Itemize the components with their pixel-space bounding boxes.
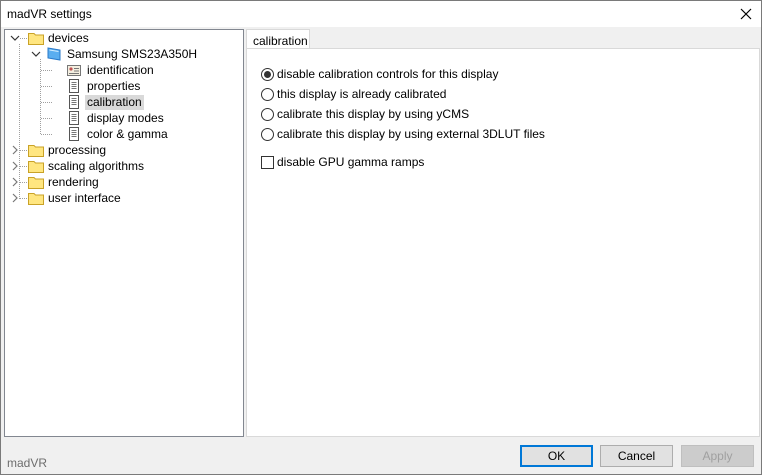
checkbox[interactable] bbox=[261, 155, 274, 169]
folder-icon bbox=[28, 145, 44, 157]
tree-item-label: user interface bbox=[48, 190, 121, 205]
close-button[interactable] bbox=[731, 1, 761, 27]
radio-button[interactable] bbox=[261, 107, 274, 121]
option-label: disable calibration controls for this di… bbox=[277, 67, 499, 81]
tree-item-device[interactable]: Samsung SMS23A350H bbox=[47, 46, 199, 62]
checkbox-disable-gpu-gamma-ramps[interactable]: disable GPU gamma ramps bbox=[261, 154, 424, 170]
tree-item-processing[interactable]: processing bbox=[28, 142, 108, 158]
id-card-icon bbox=[67, 65, 81, 76]
radio-calibrate-3dlut[interactable]: calibrate this display by using external… bbox=[261, 126, 545, 142]
chevron-right-icon[interactable] bbox=[10, 145, 20, 155]
tree-item-label: identification bbox=[87, 62, 154, 77]
tree-item-label: processing bbox=[48, 142, 107, 157]
tab-calibration[interactable]: calibration bbox=[246, 29, 310, 49]
tree-connector bbox=[20, 182, 28, 183]
tree-item-label: calibration bbox=[85, 94, 144, 110]
footer-label: madVR bbox=[7, 456, 48, 470]
apply-button[interactable]: Apply bbox=[681, 445, 754, 467]
tree-item-color-gamma[interactable]: color & gamma bbox=[67, 126, 170, 142]
ok-button[interactable]: OK bbox=[520, 445, 593, 467]
tree-item-properties[interactable]: properties bbox=[67, 78, 142, 94]
tree-item-calibration[interactable]: calibration bbox=[67, 94, 144, 110]
option-label: calibrate this display by using external… bbox=[277, 127, 545, 141]
chevron-right-icon[interactable] bbox=[10, 193, 20, 203]
radio-disable-calibration-controls[interactable]: disable calibration controls for this di… bbox=[261, 66, 498, 82]
tree-connector bbox=[41, 86, 53, 87]
chevron-down-icon[interactable] bbox=[10, 33, 20, 43]
tree-item-scaling-algorithms[interactable]: scaling algorithms bbox=[28, 158, 146, 174]
tree-connector bbox=[41, 102, 53, 103]
tree-connector bbox=[20, 198, 28, 199]
tree-connector bbox=[41, 70, 53, 71]
chevron-right-icon[interactable] bbox=[10, 177, 20, 187]
tree-connector bbox=[41, 134, 53, 135]
settings-window: madVR settings devices Samsung SMS23A350… bbox=[0, 0, 762, 475]
folder-icon bbox=[28, 177, 44, 189]
tree-connector bbox=[20, 166, 28, 167]
tab-label: calibration bbox=[253, 34, 308, 48]
radio-button[interactable] bbox=[261, 87, 274, 101]
tree-item-label: Samsung SMS23A350H bbox=[67, 46, 198, 61]
document-icon bbox=[69, 127, 79, 141]
folder-icon bbox=[28, 161, 44, 173]
tree-connector bbox=[20, 38, 28, 39]
title-bar: madVR settings bbox=[1, 1, 761, 27]
tree-item-devices[interactable]: devices bbox=[28, 30, 91, 46]
document-icon bbox=[69, 95, 79, 109]
tree-connector bbox=[20, 150, 28, 151]
radio-already-calibrated[interactable]: this display is already calibrated bbox=[261, 86, 446, 102]
cancel-button[interactable]: Cancel bbox=[600, 445, 673, 467]
folder-icon bbox=[28, 193, 44, 205]
option-label: disable GPU gamma ramps bbox=[277, 155, 425, 169]
radio-button[interactable] bbox=[261, 67, 274, 81]
tree-item-label: color & gamma bbox=[87, 126, 168, 141]
document-icon bbox=[69, 79, 79, 93]
monitor-icon bbox=[47, 47, 61, 61]
chevron-down-icon[interactable] bbox=[31, 49, 41, 59]
settings-tree[interactable]: devices Samsung SMS23A350H identificatio… bbox=[4, 29, 244, 437]
chevron-right-icon[interactable] bbox=[10, 161, 20, 171]
tree-connector bbox=[41, 118, 53, 119]
folder-icon bbox=[28, 33, 44, 45]
option-label: this display is already calibrated bbox=[277, 87, 447, 101]
tree-item-label: devices bbox=[48, 30, 89, 45]
calibration-panel: disable calibration controls for this di… bbox=[246, 48, 760, 437]
radio-calibrate-ycms[interactable]: calibrate this display by using yCMS bbox=[261, 106, 469, 122]
tree-item-label: display modes bbox=[87, 110, 164, 125]
tree-item-user-interface[interactable]: user interface bbox=[28, 190, 123, 206]
tree-item-label: rendering bbox=[48, 174, 99, 189]
tree-item-identification[interactable]: identification bbox=[67, 62, 156, 78]
document-icon bbox=[69, 111, 79, 125]
tree-item-display-modes[interactable]: display modes bbox=[67, 110, 166, 126]
option-label: calibrate this display by using yCMS bbox=[277, 107, 470, 121]
tree-item-label: properties bbox=[87, 78, 141, 93]
tree-item-rendering[interactable]: rendering bbox=[28, 174, 101, 190]
close-icon bbox=[740, 8, 752, 20]
radio-button[interactable] bbox=[261, 127, 274, 141]
window-title: madVR settings bbox=[7, 7, 92, 21]
tree-item-label: scaling algorithms bbox=[48, 158, 145, 173]
